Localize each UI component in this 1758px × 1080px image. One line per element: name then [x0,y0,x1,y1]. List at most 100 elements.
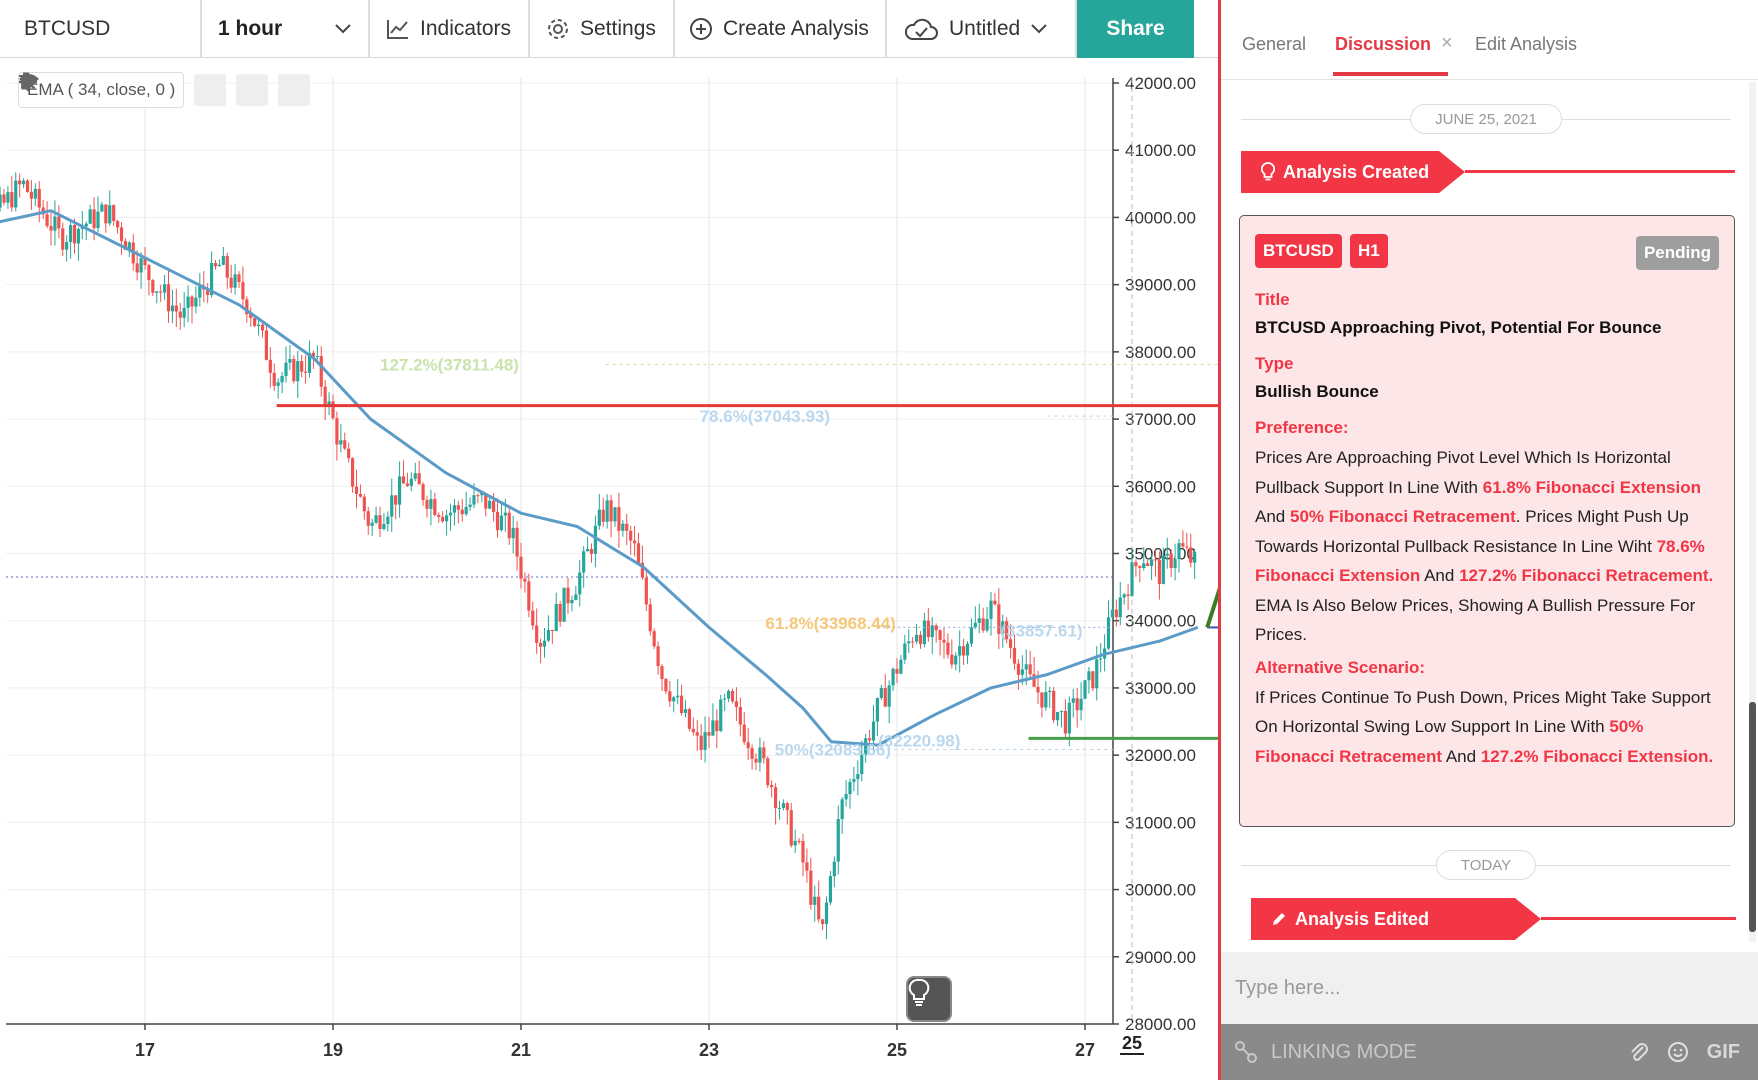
candle-body [922,620,927,645]
candle-body [421,484,425,501]
price-tick-label: 31000.00 [1125,813,1196,832]
candle-body [429,498,433,509]
candle-body [268,359,272,373]
trash-icon[interactable] [19,72,311,106]
tab-discussion[interactable]: Discussion [1335,34,1431,55]
share-button[interactable]: Share [1077,0,1194,58]
candle-body [425,500,429,509]
scrollbar-thumb[interactable] [1749,702,1756,932]
candle-body [280,376,284,383]
candle-body [1087,671,1091,681]
create-analysis-button[interactable]: Create Analysis [675,0,887,58]
candle-body [53,216,57,231]
time-tick-label: 17 [135,1040,155,1060]
chevron-down-icon [1031,24,1047,34]
candle-body [629,530,633,541]
candle-body [1181,543,1185,547]
type-label: Type [1255,354,1294,373]
lightbulb-icon [908,978,930,1006]
chart-canvas[interactable]: 42000.00 41000.00 40000.00 39000.00 38000.00… [0,58,1218,1080]
event-title: Analysis Created [1283,161,1430,182]
candle-body [977,618,981,623]
discussion-feed[interactable]: JUNE 25, 2021 Analysis Created BTCUSD H1… [1221,80,1758,952]
candle-body [531,610,535,626]
tab-edit-analysis[interactable]: Edit Analysis [1475,34,1577,55]
candle-body [213,262,218,267]
candle-body [914,634,919,642]
tab-general[interactable]: General [1242,34,1306,55]
indicators-button[interactable]: Indicators [370,0,530,58]
candle-body [715,720,719,732]
composer-footer: LINKING MODE GIF [1221,1024,1758,1080]
candle-body [100,204,104,212]
settings-button[interactable]: Settings [530,0,675,58]
candle-body [378,515,382,529]
projection-arrow[interactable] [1205,422,1218,629]
candle-body [911,641,915,643]
candle-body [566,587,570,604]
candle-body [1177,543,1181,560]
gif-button[interactable]: GIF [1707,1041,1740,1064]
candle-body [993,600,997,605]
emoji-icon[interactable] [1667,1041,1689,1063]
price-chart[interactable]: 42000.00 41000.00 40000.00 39000.00 38000.00… [0,58,1218,1080]
candle-body [413,473,417,479]
message-input[interactable] [1235,970,1735,1006]
candle-body [1122,594,1126,598]
event-analysis-edited: Analysis Edited [1251,898,1758,940]
plus-circle-icon [690,18,712,40]
candle-body [707,732,711,736]
candle-body [871,721,876,741]
eye-icon[interactable] [19,74,227,106]
candle-body [950,654,954,665]
linking-mode-toggle[interactable]: LINKING MODE [1233,1024,1417,1080]
panel-tabs: General Discussion × Edit Analysis [1221,0,1758,80]
candle-body [49,225,53,231]
candle-body [676,695,680,698]
candle-body [793,840,797,846]
feed-scrollbar[interactable] [1749,82,1756,942]
app-root: BTCUSD 1 hour Indicators Settings Create… [0,0,1758,1080]
candle-body [464,507,468,515]
current-time-label: 25 [1122,1033,1142,1053]
layout-select[interactable]: Untitled [887,0,1077,58]
interval-select[interactable]: 1 hour [202,0,370,58]
candle-body [570,599,574,604]
fib-label: (33857.61) [1000,621,1082,640]
candle-body [535,625,539,643]
candle-body [264,330,269,360]
candle-body [538,642,543,647]
candle-body [178,311,182,318]
candle-body [288,359,292,363]
price-tick-label: 40000.00 [1125,208,1196,227]
candle-body [989,600,993,619]
gear-icon[interactable] [19,73,269,106]
candle-body [57,216,61,229]
price-tick-label: 32000.00 [1125,746,1196,765]
price-tick-label: 29000.00 [1125,948,1196,967]
candle-body [1071,698,1075,703]
candle-body [468,504,472,508]
time-tick-label: 25 [887,1040,907,1060]
candle-body [25,180,30,192]
idea-marker[interactable] [906,976,952,1022]
candle-body [108,205,112,224]
candle-body [397,476,402,505]
candle-body [844,794,848,800]
candle-body [1153,559,1158,561]
candle-body [664,679,668,692]
symbol-search[interactable]: BTCUSD [0,0,202,58]
paperclip-icon[interactable] [1629,1041,1649,1063]
candle-body [444,515,449,522]
price-tick-label: 42000.00 [1125,74,1196,93]
candle-body [433,498,437,515]
candle-body [562,587,566,622]
candle-body [159,291,163,293]
analysis-panel: General Discussion × Edit Analysis JUNE … [1221,0,1758,1080]
ema-legend-label[interactable]: EMA ( 34, close, 0 ) [18,72,185,108]
candle-body [1146,563,1150,566]
candle-body [1169,553,1173,569]
close-icon[interactable]: × [1441,32,1453,55]
candle-body [969,627,974,644]
candle-body [938,630,942,640]
